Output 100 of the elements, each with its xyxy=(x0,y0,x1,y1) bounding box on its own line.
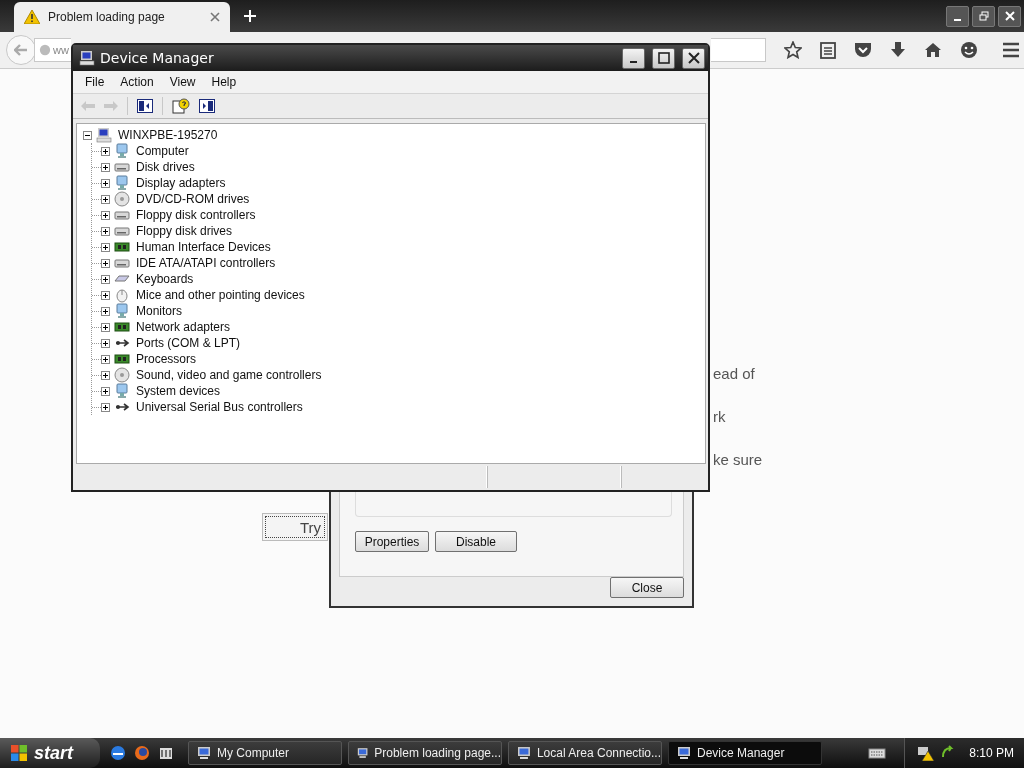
expand-toggle-icon[interactable] xyxy=(101,226,110,236)
network-warning-icon[interactable] xyxy=(917,745,936,761)
tree-item[interactable]: Ports (COM & LPT) xyxy=(136,336,240,350)
list-icon[interactable] xyxy=(820,41,836,59)
tree-item[interactable]: Human Interface Devices xyxy=(136,240,271,254)
tree-item[interactable]: Mice and other pointing devices xyxy=(136,288,305,302)
page-text: ke sure xyxy=(713,450,764,469)
close-button[interactable] xyxy=(998,5,1021,27)
mouse-icon xyxy=(114,287,130,303)
download-icon[interactable] xyxy=(890,41,906,59)
taskbar-button[interactable]: Local Area Connectio... xyxy=(508,741,662,765)
tree-item[interactable]: Monitors xyxy=(136,304,182,318)
expand-toggle-icon[interactable] xyxy=(101,354,110,364)
maximize-icon xyxy=(657,52,670,64)
page-text: rk xyxy=(713,407,727,426)
start-button[interactable]: start xyxy=(0,738,100,768)
taskbar-button[interactable]: Problem loading page... xyxy=(348,741,502,765)
panel-icon[interactable] xyxy=(137,99,153,113)
circuit-board-icon xyxy=(114,239,130,255)
minimize-button[interactable] xyxy=(622,47,645,69)
minimize-icon xyxy=(630,61,637,63)
window-title: Device Manager xyxy=(100,50,214,66)
app-icon xyxy=(677,746,691,760)
monitor-icon xyxy=(114,175,130,191)
keyboard-icon[interactable] xyxy=(868,747,887,759)
clock: 8:10 PM xyxy=(969,746,1014,760)
panel-icon[interactable] xyxy=(199,99,215,113)
tree-item[interactable]: IDE ATA/ATAPI controllers xyxy=(136,256,276,270)
close-dialog-button[interactable]: Close xyxy=(610,577,684,598)
menu-item[interactable]: Help xyxy=(203,75,245,89)
tree-item[interactable]: Processors xyxy=(136,352,197,366)
taskbar-button[interactable]: My Computer xyxy=(188,741,342,765)
browser-tab[interactable]: Problem loading page xyxy=(14,2,230,32)
star-icon[interactable] xyxy=(784,41,802,59)
expand-toggle-icon[interactable] xyxy=(101,210,110,220)
search-field[interactable] xyxy=(711,38,766,62)
warning-icon xyxy=(24,10,40,24)
expand-toggle-icon[interactable] xyxy=(101,290,110,300)
address-field[interactable]: ww xyxy=(34,38,71,62)
help-icon[interactable] xyxy=(172,98,190,114)
close-icon[interactable] xyxy=(210,12,220,22)
tree-item[interactable]: Sound, video and game controllers xyxy=(136,368,322,382)
tree-item[interactable]: Floppy disk drives xyxy=(136,224,233,238)
disable-button[interactable]: Disable xyxy=(435,531,517,552)
menu-item[interactable]: Action xyxy=(112,75,162,89)
plus-icon[interactable] xyxy=(244,10,256,22)
tree-item[interactable]: Keyboards xyxy=(136,272,194,286)
menu-icon[interactable] xyxy=(1002,42,1020,58)
home-icon[interactable] xyxy=(924,42,942,58)
properties-button[interactable]: Properties xyxy=(355,531,429,552)
taskbar-button[interactable]: Device Manager xyxy=(668,741,822,765)
menu-item[interactable]: File xyxy=(77,75,113,89)
tree-item[interactable]: Floppy disk controllers xyxy=(136,208,256,222)
expand-toggle-icon[interactable] xyxy=(101,386,110,396)
globe-icon xyxy=(39,44,51,56)
expand-toggle-icon[interactable] xyxy=(101,274,110,284)
tree-item[interactable]: WINXPBE-195270 xyxy=(118,128,218,142)
computer-icon xyxy=(96,127,112,143)
monitor-icon xyxy=(114,383,130,399)
expand-toggle-icon[interactable] xyxy=(101,242,110,252)
tree-item[interactable]: DVD/CD-ROM drives xyxy=(136,192,250,206)
expand-toggle-icon[interactable] xyxy=(101,194,110,204)
expand-toggle-icon[interactable] xyxy=(101,338,110,348)
computer-icon xyxy=(79,50,95,66)
app-icon xyxy=(517,746,531,760)
expand-toggle-icon[interactable] xyxy=(101,178,110,188)
minimize-button[interactable] xyxy=(946,5,969,27)
monitor-icon xyxy=(114,303,130,319)
browser-icon[interactable] xyxy=(110,745,126,761)
close-button[interactable] xyxy=(682,47,705,69)
disc-icon xyxy=(114,191,130,207)
expand-toggle-icon[interactable] xyxy=(101,322,110,332)
collapse-toggle-icon[interactable] xyxy=(83,130,92,140)
circuit-board-icon xyxy=(114,319,130,335)
expand-toggle-icon[interactable] xyxy=(101,370,110,380)
tree-item[interactable]: Display adapters xyxy=(136,176,226,190)
tree-item[interactable]: System devices xyxy=(136,384,221,398)
close-icon xyxy=(687,52,700,64)
tree-item[interactable]: Universal Serial Bus controllers xyxy=(136,400,303,414)
restore-button[interactable] xyxy=(972,5,995,27)
tree-item[interactable]: Network adapters xyxy=(136,320,231,334)
pocket-icon[interactable] xyxy=(854,42,872,58)
restore-icon xyxy=(978,11,989,21)
back-arrow-icon xyxy=(14,44,28,56)
monitor-icon xyxy=(114,143,130,159)
expand-toggle-icon[interactable] xyxy=(101,306,110,316)
expand-toggle-icon[interactable] xyxy=(101,146,110,156)
disc-icon xyxy=(114,367,130,383)
minimize-icon xyxy=(954,19,961,21)
menu-item[interactable]: View xyxy=(161,75,204,89)
maximize-button[interactable] xyxy=(652,47,675,69)
expand-toggle-icon[interactable] xyxy=(101,402,110,412)
expand-toggle-icon[interactable] xyxy=(101,162,110,172)
tree-item[interactable]: Computer xyxy=(136,144,189,158)
tree-item[interactable]: Disk drives xyxy=(136,160,195,174)
smiley-icon[interactable] xyxy=(960,41,978,59)
expand-toggle-icon[interactable] xyxy=(101,258,110,268)
circuit-board-icon xyxy=(114,351,130,367)
app-icon xyxy=(197,746,211,760)
try-again-button[interactable]: Try xyxy=(262,513,328,541)
